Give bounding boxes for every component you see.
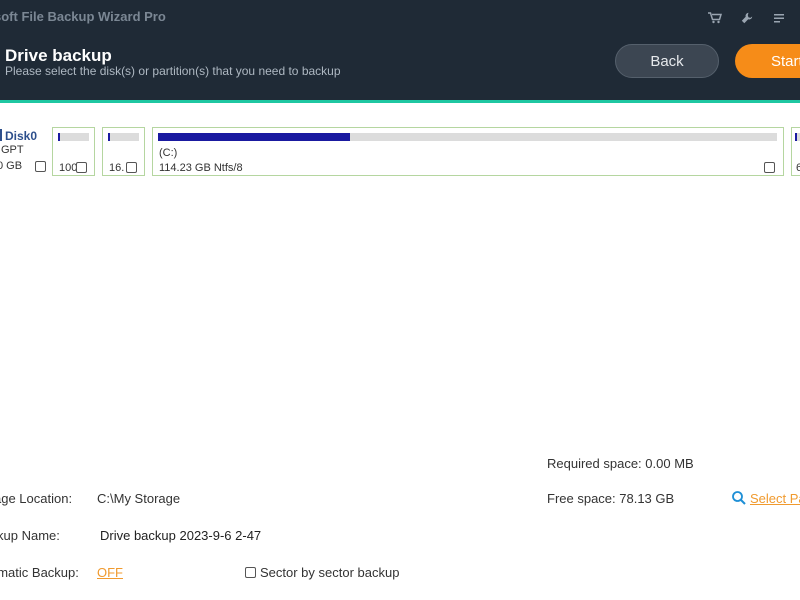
partition-usage-fill	[108, 133, 110, 141]
partition-label: 100	[59, 162, 78, 174]
search-icon[interactable]	[731, 490, 747, 506]
partition-usage-bar	[795, 133, 800, 141]
partition-usage-fill	[795, 133, 797, 141]
partition-name: (C:)	[159, 147, 178, 159]
required-space: Required space: 0.00 MB	[547, 456, 694, 471]
free-space: Free space: 78.13 GB	[547, 491, 675, 506]
partition-card[interactable]: 100	[52, 127, 95, 176]
select-path-link[interactable]: Select Pa	[750, 491, 800, 506]
disk-size: 0 GB	[0, 160, 23, 172]
auto-backup-label: omatic Backup:	[0, 565, 79, 580]
start-button[interactable]: Start	[735, 44, 800, 78]
partition-label: 16.	[109, 162, 125, 174]
partition-checkbox[interactable]	[764, 162, 775, 173]
page-title: Drive backup	[5, 46, 112, 65]
partition-checkbox[interactable]	[126, 162, 137, 173]
partition-card[interactable]: 16.	[102, 127, 145, 176]
header-accent-line	[0, 100, 800, 103]
partition-label: 6	[796, 162, 800, 174]
partition-usage-fill	[58, 133, 61, 141]
disk-name: Disk0	[5, 129, 38, 143]
cart-icon[interactable]	[706, 9, 724, 27]
disk-checkbox[interactable]	[35, 161, 46, 172]
app-title: soft File Backup Wizard Pro	[0, 9, 166, 24]
sector-backup-checkbox[interactable]	[245, 567, 256, 578]
partition-card[interactable]: 6	[791, 127, 800, 176]
backup-name-input[interactable]	[95, 524, 290, 546]
back-button[interactable]: Back	[615, 44, 719, 78]
backup-name-label: kup Name:	[0, 528, 60, 543]
page-subtitle: Please select the disk(s) or partition(s…	[5, 64, 341, 78]
disk-type: GPT	[1, 144, 24, 156]
partition-usage-fill	[158, 133, 350, 141]
disk-icon	[0, 129, 2, 141]
partition-usage-bar	[158, 133, 777, 141]
partition-label: 114.23 GB Ntfs/8	[159, 162, 243, 174]
partition-usage-bar	[108, 133, 139, 141]
storage-location-value: C:\My Storage	[97, 491, 181, 506]
partition-checkbox[interactable]	[76, 162, 87, 173]
partition-card-c[interactable]: (C:) 114.23 GB Ntfs/8	[152, 127, 784, 176]
partition-usage-bar	[58, 133, 89, 141]
auto-backup-toggle[interactable]: OFF	[97, 565, 123, 580]
header: soft File Backup Wizard Pro Drive backup…	[0, 0, 800, 100]
wrench-icon[interactable]	[738, 9, 756, 27]
menu-icon[interactable]	[770, 9, 788, 27]
sector-backup-label: Sector by sector backup	[260, 565, 400, 580]
storage-location-label: age Location:	[0, 491, 73, 506]
